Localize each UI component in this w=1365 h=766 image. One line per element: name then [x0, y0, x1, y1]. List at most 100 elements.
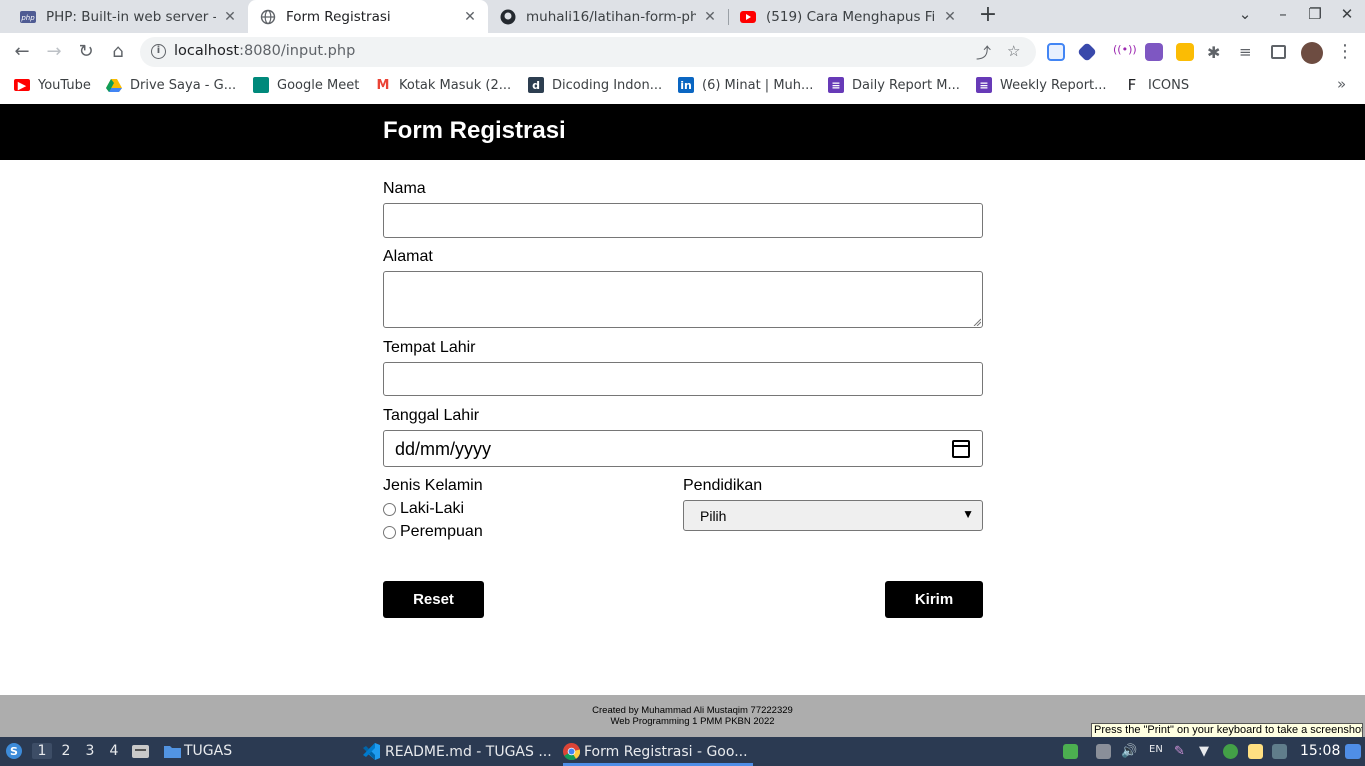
show-desktop-icon[interactable]	[1345, 744, 1361, 759]
chevron-down-icon: ▼	[962, 507, 974, 521]
tempat-lahir-label: Tempat Lahir	[383, 339, 476, 356]
vscode-icon	[363, 743, 380, 760]
minimize-icon[interactable]: –	[1272, 5, 1294, 23]
taskbar-folder-tugas[interactable]: TUGAS	[164, 743, 232, 759]
bookmark-meet[interactable]: Google Meet	[253, 76, 359, 94]
close-icon[interactable]: ✕	[222, 9, 238, 25]
tab-strip: php PHP: Built-in web server - M ✕ Form …	[0, 0, 1365, 33]
share-icon[interactable]: ⤴	[976, 42, 991, 63]
volume-icon[interactable]: 🔊	[1121, 744, 1137, 759]
footer-credit: Created by Muhammad Ali Mustaqim 7722232…	[592, 705, 793, 716]
nama-input[interactable]	[383, 203, 983, 238]
tab-label: Form Registrasi	[286, 8, 391, 25]
tab-form-registrasi[interactable]: Form Registrasi ✕	[248, 0, 488, 33]
alamat-textarea[interactable]	[383, 271, 983, 328]
workspace-3[interactable]: 3	[80, 743, 100, 759]
page-header: Form Registrasi	[0, 104, 1365, 160]
tanggal-lahir-input[interactable]: dd/mm/yyyy	[383, 430, 983, 467]
network-manager-icon[interactable]	[1063, 744, 1078, 759]
address-bar[interactable]: i localhost:8080/input.php ⤴ ☆	[140, 37, 1036, 67]
extension-icon[interactable]	[1176, 43, 1194, 61]
notes-icon[interactable]	[1248, 744, 1263, 759]
radio-label: Laki-Laki	[400, 500, 465, 517]
forward-icon[interactable]: →	[43, 41, 65, 63]
nama-label: Nama	[383, 180, 426, 197]
info-icon[interactable]: i	[151, 44, 166, 59]
pen-icon[interactable]: ✎	[1174, 744, 1189, 759]
bookmark-gmail[interactable]: M Kotak Masuk (2...	[375, 76, 512, 94]
display-icon[interactable]	[1272, 744, 1287, 759]
web-page: Form Registrasi Nama Alamat Tempat Lahir…	[0, 104, 1365, 695]
avatar[interactable]	[1301, 42, 1323, 64]
chevron-right-icon[interactable]: »	[1337, 75, 1346, 93]
tempat-lahir-input[interactable]	[383, 362, 983, 396]
clock: 15:08	[1300, 743, 1341, 759]
calendar-icon[interactable]	[952, 440, 970, 458]
back-icon[interactable]: ←	[11, 41, 33, 63]
close-window-icon[interactable]: ✕	[1336, 5, 1358, 23]
select-value: Pilih	[700, 508, 727, 524]
chevron-down-icon[interactable]: ⌄	[1234, 5, 1256, 23]
svg-text:S: S	[10, 745, 18, 758]
svg-text:php: php	[20, 14, 35, 22]
tab-youtube[interactable]: (519) Cara Menghapus File ✕	[728, 0, 968, 33]
extension-icon[interactable]	[1047, 43, 1065, 61]
pendidikan-select[interactable]: Pilih ▼	[683, 500, 983, 531]
close-icon[interactable]: ✕	[942, 9, 958, 25]
screenshot-tooltip: Press the "Print" on your keyboard to ta…	[1091, 723, 1363, 738]
kirim-button[interactable]: Kirim	[885, 581, 983, 618]
resize-handle-icon[interactable]	[973, 318, 981, 326]
tab-php-docs[interactable]: php PHP: Built-in web server - M ✕	[8, 0, 248, 33]
bookmark-daily-report[interactable]: ≡ Daily Report M...	[828, 76, 960, 94]
extension-icon[interactable]: ((•))	[1113, 43, 1137, 61]
tab-label: (519) Cara Menghapus File	[766, 8, 936, 25]
bookmark-youtube[interactable]: ▶ YouTube	[14, 76, 91, 94]
home-icon[interactable]: ⌂	[107, 41, 129, 63]
reset-button[interactable]: Reset	[383, 581, 484, 618]
radio-laki-laki[interactable]: Laki-Laki	[383, 500, 464, 518]
bookmark-drive[interactable]: Drive Saya - G...	[106, 76, 236, 94]
youtube-icon: ▶	[14, 79, 30, 92]
radio-perempuan[interactable]: Perempuan	[383, 523, 483, 541]
browser-toolbar: ← → ↻ ⌂ i localhost:8080/input.php ⤴ ☆ (…	[0, 33, 1365, 71]
file-manager-icon[interactable]	[132, 743, 149, 758]
workspace-1[interactable]: 1	[32, 743, 52, 759]
bookmark-icons[interactable]: F ICONS	[1124, 76, 1189, 94]
restore-icon[interactable]: ❐	[1304, 5, 1326, 23]
star-icon[interactable]: ☆	[1007, 42, 1020, 60]
f-icon: F	[1127, 76, 1137, 94]
clipboard-icon[interactable]	[1096, 744, 1111, 759]
extension-icon[interactable]	[1077, 42, 1097, 62]
vpn-icon[interactable]	[1223, 744, 1238, 759]
bookmark-weekly-report[interactable]: ≡ Weekly Report...	[976, 76, 1107, 94]
workspace-4[interactable]: 4	[104, 743, 124, 759]
side-panel-icon[interactable]	[1271, 45, 1286, 59]
php-icon: php	[20, 9, 36, 25]
new-tab-button[interactable]: +	[976, 4, 1000, 28]
reload-icon[interactable]: ↻	[75, 41, 97, 63]
tab-github[interactable]: muhali16/latihan-form-php ✕	[488, 0, 728, 33]
workspace-2[interactable]: 2	[56, 743, 76, 759]
bookmark-linkedin[interactable]: in (6) Minat | Muh...	[678, 76, 813, 94]
close-icon[interactable]: ✕	[702, 9, 718, 25]
start-menu-icon[interactable]: S	[5, 742, 23, 760]
url-text[interactable]: localhost:8080/input.php	[174, 43, 355, 59]
linkedin-icon: in	[678, 77, 694, 93]
chrome-icon	[563, 743, 580, 760]
puzzle-icon[interactable]: ✱	[1207, 43, 1225, 62]
close-icon[interactable]: ✕	[462, 9, 478, 25]
radio-label: Perempuan	[400, 523, 483, 540]
bookmark-dicoding[interactable]: d Dicoding Indon...	[528, 76, 662, 94]
radio-button[interactable]	[383, 525, 396, 539]
taskbar-app-vscode[interactable]: README.md - TUGAS ...	[363, 743, 552, 760]
gmail-icon: M	[376, 77, 390, 93]
taskbar-app-chrome[interactable]: Form Registrasi - Goo...	[563, 743, 748, 760]
extension-icon[interactable]	[1145, 43, 1163, 61]
language-indicator[interactable]: EN	[1149, 744, 1169, 759]
playlist-icon[interactable]: ≡	[1239, 43, 1257, 61]
drive-icon	[106, 77, 122, 93]
radio-button[interactable]	[383, 502, 396, 516]
tanggal-lahir-label: Tanggal Lahir	[383, 407, 480, 424]
wifi-icon[interactable]: ▼	[1199, 744, 1214, 759]
menu-icon[interactable]: ⋮	[1334, 41, 1356, 63]
